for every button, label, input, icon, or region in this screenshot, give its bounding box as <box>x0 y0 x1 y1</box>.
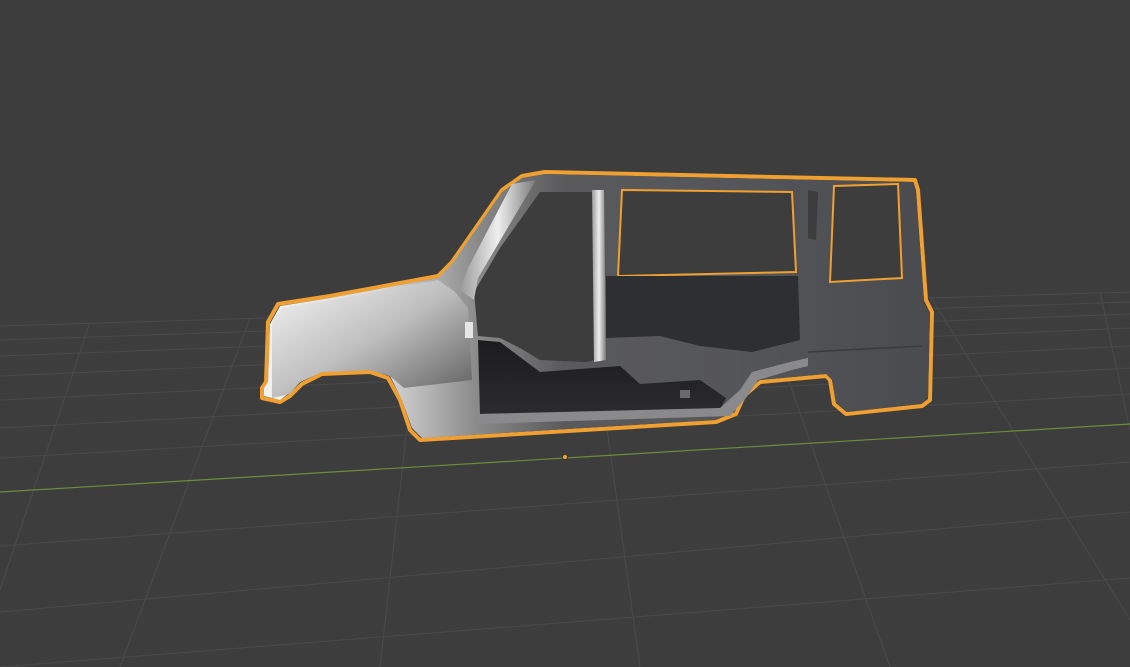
rear-quarter-window <box>828 182 904 284</box>
viewport-canvas[interactable] <box>0 0 1130 667</box>
car-body-mesh[interactable] <box>260 170 934 442</box>
rear-door-window <box>616 188 798 278</box>
hood-panel <box>272 280 472 398</box>
object-origin-dot <box>562 453 569 460</box>
3d-viewport[interactable] <box>0 0 1130 667</box>
mirror-mount <box>465 322 473 338</box>
b-pillar <box>592 190 606 362</box>
seat-bracket <box>680 390 690 398</box>
